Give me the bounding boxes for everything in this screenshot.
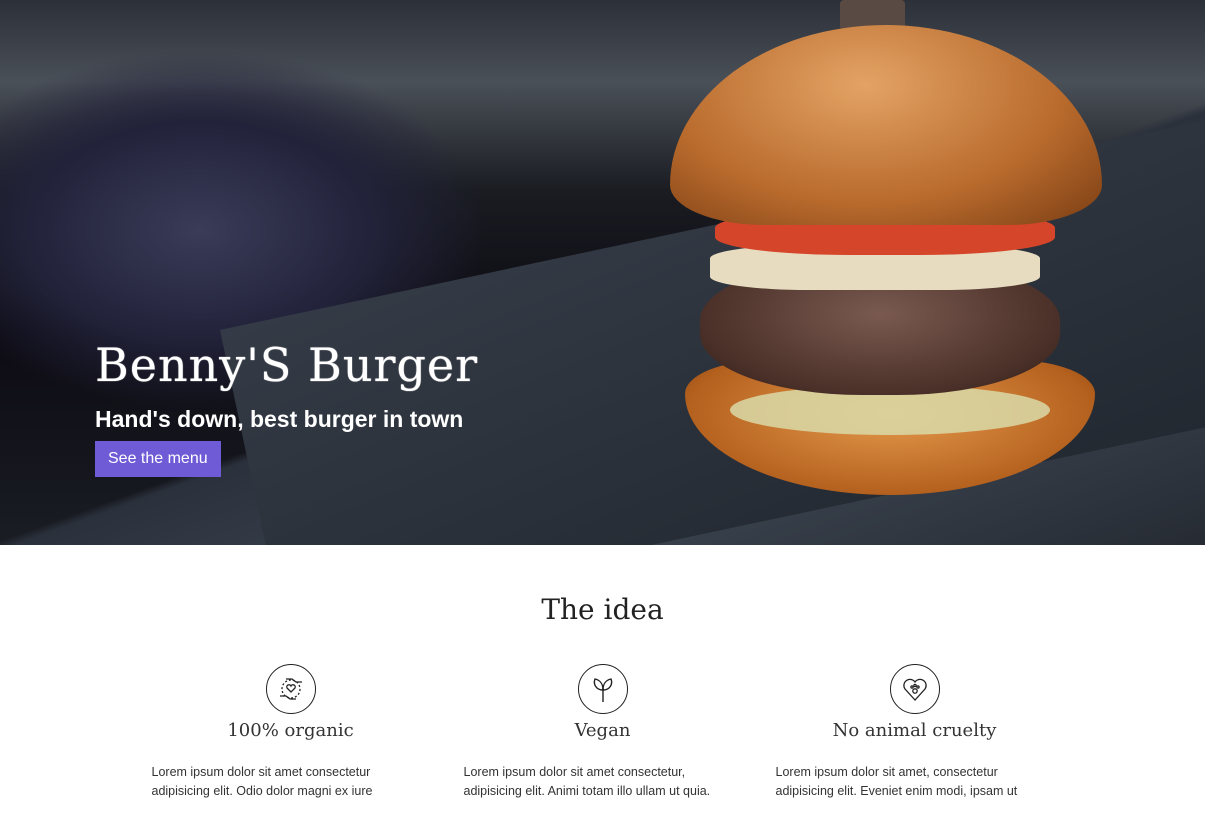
feature-title: Vegan [574,720,631,741]
hero-subtitle: Hand's down, best burger in town [95,406,464,432]
hands-heart-icon [265,664,316,714]
feature-title: No animal cruelty [832,720,997,741]
section-heading: The idea [541,593,664,626]
burger-image [670,0,1110,500]
feature-text: Lorem ipsum dolor sit amet consectetur a… [151,765,373,798]
feature-organic: 100% organic Lorem ipsum dolor sit amet … [135,664,447,801]
feature-title: 100% organic [227,720,354,741]
idea-section: The idea 100% organic Lorem ipsum dolor … [0,593,1205,801]
feature-text: Lorem ipsum dolor sit amet consectetur, … [463,765,711,798]
see-menu-button[interactable]: See the menu [95,441,221,477]
hero-title: Benny'S Burger [95,338,479,392]
feature-cruelty-free: No animal cruelty Lorem ipsum dolor sit … [759,664,1071,801]
feature-vegan: Vegan Lorem ipsum dolor sit amet consect… [447,664,759,801]
hero-text: Benny'S Burger Hand's down, best burger … [95,338,478,477]
heart-paw-icon [889,664,940,714]
feature-text: Lorem ipsum dolor sit amet, consectetur … [775,765,1018,798]
sprout-icon [577,664,628,714]
hero-section: Benny'S Burger Hand's down, best burger … [0,0,1205,545]
